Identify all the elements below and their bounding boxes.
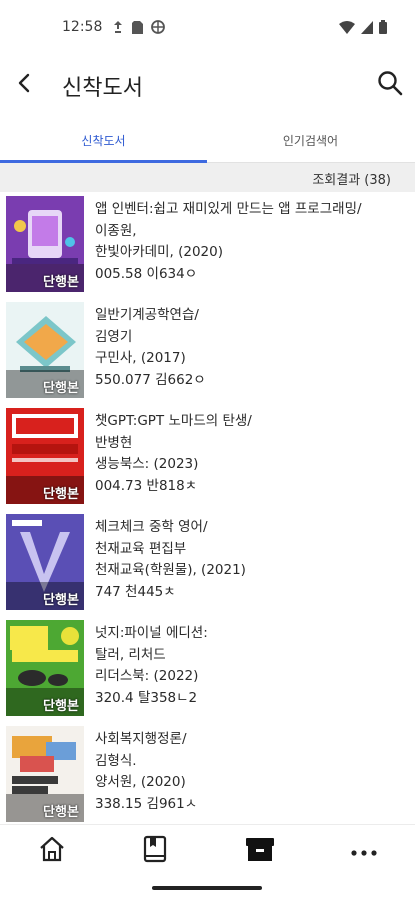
book-title: 넛지:파이널 에디션: bbox=[95, 625, 208, 641]
book-publisher: 천재교육(학원물), (2021) bbox=[95, 562, 246, 578]
book-author: 김영기 bbox=[95, 328, 133, 345]
status-icons-right bbox=[339, 19, 387, 38]
search-button[interactable] bbox=[371, 66, 409, 104]
cover-badge: 단행본 bbox=[43, 698, 79, 714]
tab-popular-keywords[interactable]: 인기검색어 bbox=[207, 118, 414, 162]
book-cover: 단행본 bbox=[6, 726, 84, 822]
vpn-globe-icon bbox=[151, 19, 165, 38]
nav-archive-button[interactable] bbox=[240, 831, 280, 871]
cover-badge: 단행본 bbox=[43, 486, 79, 502]
book-info: 사회복지행정론/ 김형식. 양서원, (2020) 338.15 김961ㅅ bbox=[95, 729, 405, 815]
book-list-item[interactable]: 단행본 체크체크 중학 영어/ 천재교육 편집부 천재교육(학원물), (202… bbox=[0, 510, 415, 616]
book-call-number: 320.4 탈358ㄴ2 bbox=[95, 689, 198, 706]
result-count-bar: 조회결과 (38) bbox=[0, 163, 415, 192]
book-call-number: 005.58 이634ㅇ bbox=[95, 265, 198, 282]
book-call-number: 004.73 반818ㅊ bbox=[95, 477, 198, 494]
book-info: 챗GPT:GPT 노마드의 탄생/ 반병현 생능북스: (2023) 004.7… bbox=[95, 411, 405, 497]
book-list-item[interactable]: 단행본 일반기계공학연습/ 김영기 구민사, (2017) 550.077 김6… bbox=[0, 298, 415, 404]
bottom-navigation bbox=[0, 824, 415, 877]
result-count: 조회결과 (38) bbox=[312, 173, 391, 188]
book-icon bbox=[141, 834, 169, 868]
battery-icon bbox=[379, 19, 387, 38]
cover-badge: 단행본 bbox=[43, 592, 79, 608]
tab-bar: 신착도서 인기검색어 bbox=[0, 118, 415, 163]
book-publisher: 리더스북: (2022) bbox=[95, 668, 199, 684]
cover-badge: 단행본 bbox=[43, 274, 79, 290]
book-author: 반병현 bbox=[95, 434, 133, 451]
arrow-back-icon bbox=[15, 73, 35, 97]
home-icon bbox=[37, 834, 67, 868]
app-bar: 신착도서 bbox=[0, 56, 415, 114]
sim-card-icon bbox=[132, 19, 143, 38]
book-info: 일반기계공학연습/ 김영기 구민사, (2017) 550.077 김662ㅇ bbox=[95, 305, 405, 391]
back-button[interactable] bbox=[6, 66, 44, 104]
book-call-number: 338.15 김961ㅅ bbox=[95, 795, 198, 812]
book-cover: 단행본 bbox=[6, 302, 84, 398]
nav-book-button[interactable] bbox=[135, 831, 175, 871]
status-time: 12:58 bbox=[62, 19, 103, 35]
book-call-number: 550.077 김662ㅇ bbox=[95, 371, 206, 388]
search-icon bbox=[377, 70, 403, 100]
book-author: 탈러, 리처드 bbox=[95, 646, 166, 663]
book-info: 넛지:파이널 에디션: 탈러, 리처드 리더스북: (2022) 320.4 탈… bbox=[95, 623, 405, 709]
book-publisher: 구민사, (2017) bbox=[95, 350, 186, 366]
nav-more-button[interactable] bbox=[344, 831, 384, 871]
sync-icon bbox=[112, 19, 124, 38]
book-title: 앱 인벤터:쉽고 재미있게 만드는 앱 프로그래밍/ bbox=[95, 201, 362, 217]
page-title: 신착도서 bbox=[62, 76, 143, 101]
book-author: 천재교육 편집부 bbox=[95, 540, 187, 557]
book-cover: 단행본 bbox=[6, 620, 84, 716]
book-author: 김형식. bbox=[95, 752, 137, 769]
book-list-item[interactable]: 단행본 챗GPT:GPT 노마드의 탄생/ 반병현 생능북스: (2023) 0… bbox=[0, 404, 415, 510]
book-info: 체크체크 중학 영어/ 천재교육 편집부 천재교육(학원물), (2021) 7… bbox=[95, 517, 405, 603]
book-publisher: 양서원, (2020) bbox=[95, 774, 186, 790]
book-author: 이종원, bbox=[95, 222, 137, 239]
book-list-item[interactable]: 단행본 사회복지행정론/ 김형식. 양서원, (2020) 338.15 김96… bbox=[0, 722, 415, 828]
more-horizontal-icon bbox=[350, 842, 378, 861]
status-icons-left bbox=[112, 19, 165, 38]
book-list[interactable]: 단행본 앱 인벤터:쉽고 재미있게 만드는 앱 프로그래밍/ 이종원, 한빛아카… bbox=[0, 192, 415, 828]
cover-badge: 단행본 bbox=[43, 380, 79, 396]
book-title: 일반기계공학연습/ bbox=[95, 307, 199, 323]
book-title: 챗GPT:GPT 노마드의 탄생/ bbox=[95, 413, 252, 429]
book-title: 사회복지행정론/ bbox=[95, 731, 187, 747]
home-gesture-handle[interactable] bbox=[152, 886, 262, 890]
signal-icon bbox=[361, 19, 373, 38]
status-bar: 12:58 bbox=[0, 0, 415, 56]
book-cover: 단행본 bbox=[6, 196, 84, 292]
wifi-icon bbox=[339, 19, 355, 38]
archive-box-icon bbox=[244, 834, 276, 868]
nav-home-button[interactable] bbox=[32, 831, 72, 871]
cover-badge: 단행본 bbox=[43, 804, 79, 820]
book-list-item[interactable]: 단행본 넛지:파이널 에디션: 탈러, 리처드 리더스북: (2022) 320… bbox=[0, 616, 415, 722]
gesture-bar bbox=[0, 876, 415, 900]
book-list-item[interactable]: 단행본 앱 인벤터:쉽고 재미있게 만드는 앱 프로그래밍/ 이종원, 한빛아카… bbox=[0, 192, 415, 298]
book-info: 앱 인벤터:쉽고 재미있게 만드는 앱 프로그래밍/ 이종원, 한빛아카데미, … bbox=[95, 199, 405, 285]
book-cover: 단행본 bbox=[6, 514, 84, 610]
tab-new-books[interactable]: 신착도서 bbox=[0, 118, 207, 162]
book-cover: 단행본 bbox=[6, 408, 84, 504]
book-publisher: 한빛아카데미, (2020) bbox=[95, 244, 223, 260]
book-title: 체크체크 중학 영어/ bbox=[95, 519, 208, 535]
book-publisher: 생능북스: (2023) bbox=[95, 456, 199, 472]
book-call-number: 747 천445ㅊ bbox=[95, 583, 176, 600]
